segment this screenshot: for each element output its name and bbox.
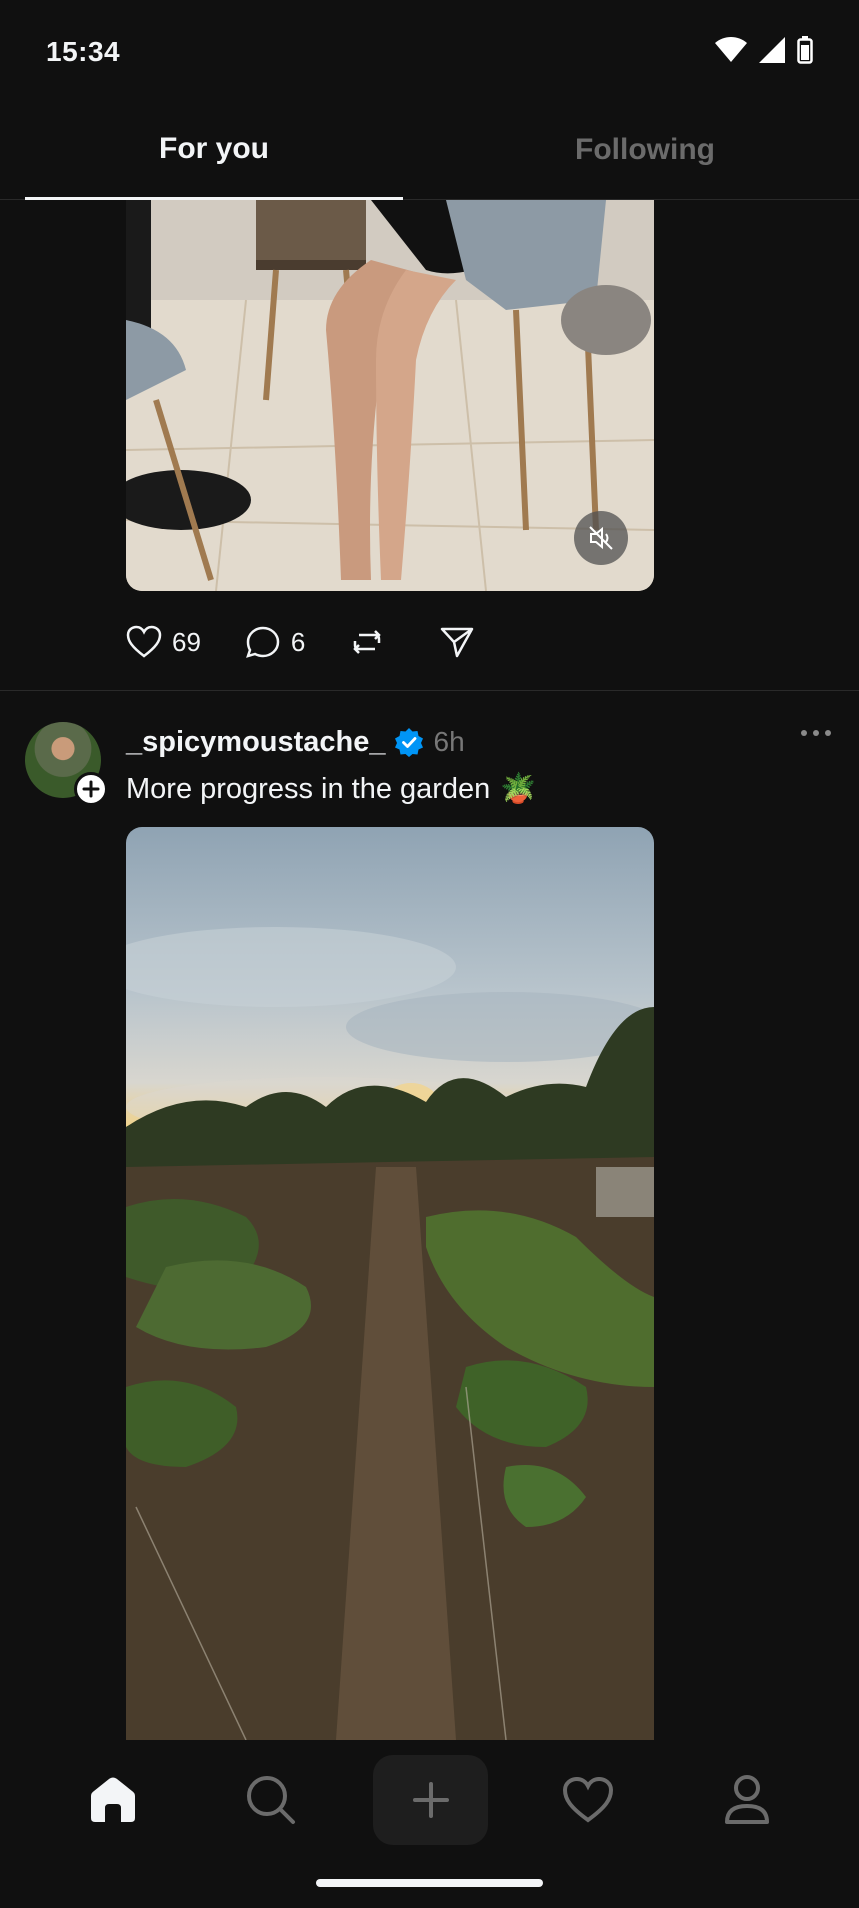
tab-following[interactable]: Following (456, 100, 834, 200)
follow-button[interactable] (74, 772, 108, 806)
potted-plant-emoji: 🪴 (500, 773, 537, 805)
caption-text: More progress in the garden (126, 772, 491, 805)
home-icon (91, 1777, 135, 1822)
send-icon (441, 627, 474, 658)
post-image[interactable] (126, 827, 654, 1740)
plus-icon (412, 1782, 449, 1818)
home-indicator[interactable] (316, 1879, 543, 1887)
username[interactable]: _spicymoustache_ (126, 726, 386, 759)
heart-icon (126, 625, 162, 658)
post-header: _spicymoustache_ 6h (126, 722, 465, 762)
profile-icon (725, 1775, 769, 1824)
comment-count: 6 (290, 626, 306, 657)
post-divider (0, 690, 859, 691)
search-icon (247, 1776, 295, 1824)
status-icons (715, 36, 813, 64)
bottom-nav (0, 1740, 859, 1860)
garden-photo (126, 927, 654, 1740)
post-video[interactable] (126, 200, 654, 591)
status-time: 15:34 (46, 36, 121, 67)
heart-icon (562, 1776, 614, 1823)
nav-search[interactable] (231, 1760, 311, 1840)
like-button[interactable]: 69 (126, 625, 201, 659)
cellular-signal-icon (759, 37, 785, 63)
feed-tabs: For you Following (0, 100, 859, 200)
nav-home[interactable] (73, 1760, 153, 1840)
post-caption: More progress in the garden 🪴 (126, 772, 536, 806)
repost-icon (353, 630, 382, 654)
post-actions: 69 6 (126, 620, 529, 664)
share-button[interactable] (439, 625, 485, 659)
verified-badge-icon (394, 728, 423, 757)
mute-button[interactable] (574, 511, 628, 565)
comment-button[interactable]: 6 (245, 625, 305, 659)
like-count: 69 (172, 626, 201, 657)
tab-for-you[interactable]: For you (25, 100, 403, 200)
nav-profile[interactable] (707, 1760, 787, 1840)
more-dot-icon (813, 730, 819, 736)
nav-activity[interactable] (548, 1760, 628, 1840)
status-bar: 15:34 (0, 0, 859, 100)
more-dot-icon (825, 730, 831, 736)
nav-create[interactable] (373, 1755, 488, 1845)
plus-icon (82, 780, 100, 798)
post-time: 6h (433, 726, 465, 757)
speaker-muted-icon (589, 526, 613, 550)
more-dot-icon (801, 730, 807, 736)
comment-icon (245, 626, 280, 658)
more-options-button[interactable] (801, 730, 831, 736)
wifi-icon (715, 37, 747, 62)
repost-button[interactable] (349, 625, 395, 659)
battery-icon (797, 36, 813, 64)
